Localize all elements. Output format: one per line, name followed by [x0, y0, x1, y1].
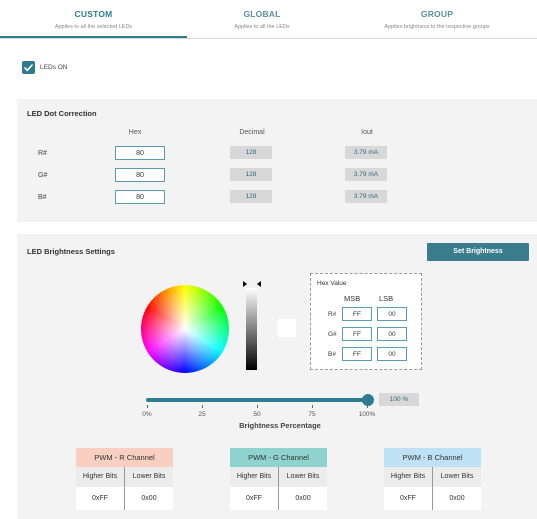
pwm-g-lower-label: Lower Bits [286, 473, 320, 480]
lsb-header: LSB [379, 294, 394, 303]
slider-tick-label: 25 [198, 411, 206, 418]
brightness-title: LED Brightness Settings [27, 247, 115, 256]
iout-value-r: 3.79 mA [345, 146, 387, 159]
slider-tick-label: 75 [308, 411, 316, 418]
lsb-input-g[interactable]: 00 [377, 327, 407, 341]
hex-input-b[interactable]: 80 [115, 190, 165, 204]
decimal-header: Decimal [239, 129, 265, 136]
lsb-input-r[interactable]: 00 [377, 307, 407, 321]
pwm-b-higher-label: Higher Bits [384, 467, 433, 487]
slider-tick-label: 100% [358, 411, 376, 418]
brightness-slider-track[interactable] [146, 398, 368, 402]
row-label-b: B# [38, 194, 47, 201]
pwm-r-higher-label: Higher Bits [76, 467, 125, 487]
pwm-r-title: PWM - R Channel [76, 448, 173, 467]
gradient-marker-left-icon [243, 281, 247, 287]
decimal-value-r: 128 [230, 146, 272, 159]
slider-tick [312, 405, 313, 408]
hex-input-g[interactable]: 80 [115, 168, 165, 182]
row-label-g: G# [38, 172, 48, 179]
tab-group-subtitle: Applies brightness to the respective gro… [384, 24, 490, 30]
dot-correction-title: LED Dot Correction [27, 109, 97, 118]
slider-tick [202, 405, 203, 408]
pwm-b-lower-value: 0x00 [449, 495, 465, 502]
tab-custom[interactable]: CUSTOM Applies to all the selected LEDs [0, 0, 187, 38]
brightness-slider-thumb[interactable] [362, 394, 374, 406]
leds-on-label: LEDs ON [40, 64, 68, 71]
slider-tick-label: 0% [142, 411, 152, 418]
hex-header: Hex [128, 129, 142, 136]
iout-value-b: 3.79 mA [345, 190, 387, 203]
pwm-r-higher-value: 0xFF [76, 487, 125, 510]
tab-group[interactable]: GROUP Applies brightness to the respecti… [337, 0, 537, 38]
set-brightness-button[interactable]: Set Brightness [427, 243, 529, 261]
tab-global[interactable]: GLOBAL Applies to all the LEDs [187, 0, 337, 38]
tab-global-subtitle: Applies to all the LEDs [234, 24, 290, 30]
hex-input-r[interactable]: 80 [115, 146, 165, 160]
decimal-value-b: 128 [230, 190, 272, 203]
msb-input-r[interactable]: FF [342, 307, 372, 321]
msb-input-g[interactable]: FF [342, 327, 372, 341]
tab-global-title: GLOBAL [243, 9, 281, 19]
msb-header: MSB [344, 294, 361, 303]
pwm-r-lower-label: Lower Bits [132, 473, 166, 480]
pwm-b-channel: PWM - B Channel Higher Bits Lower Bits 0… [384, 448, 481, 510]
tab-custom-subtitle: Applies to all the selected LEDs [54, 24, 133, 30]
pwm-g-higher-value: 0xFF [230, 487, 279, 510]
row-label-r: R# [38, 150, 47, 157]
dot-correction-panel: LED Dot Correction Hex Decimal Iout R# 8… [17, 99, 537, 222]
gradient-marker-right-icon [257, 281, 261, 287]
check-icon [23, 63, 34, 72]
color-wheel[interactable] [141, 285, 229, 373]
color-preview [277, 319, 296, 337]
msb-input-b[interactable]: FF [342, 347, 372, 361]
pwm-g-lower-value: 0x00 [295, 495, 311, 502]
pwm-r-lower-value: 0x00 [141, 495, 157, 502]
hex-row-label-r: R# [328, 311, 337, 318]
leds-on-checkbox[interactable] [22, 61, 35, 74]
slider-tick [257, 405, 258, 408]
decimal-value-g: 128 [230, 168, 272, 181]
hex-value-box: Hex Value MSB LSB R# FF 00 G# FF 00 B# F… [310, 273, 422, 370]
brightness-readout: 100 % [379, 393, 419, 406]
pwm-g-higher-label: Higher Bits [230, 467, 279, 487]
pwm-g-title: PWM - G Channel [230, 448, 327, 467]
hex-row-label-b: B# [328, 351, 336, 358]
slider-tick [147, 405, 148, 408]
iout-value-g: 3.79 mA [345, 168, 387, 181]
tab-bar: CUSTOM Applies to all the selected LEDs … [0, 0, 537, 39]
iout-header: Iout [361, 129, 373, 136]
pwm-b-lower-label: Lower Bits [440, 473, 474, 480]
hex-row-label-g: G# [328, 331, 337, 338]
slider-tick [367, 405, 368, 408]
slider-tick-label: 50 [253, 411, 261, 418]
pwm-b-title: PWM - B Channel [384, 448, 481, 467]
lsb-input-b[interactable]: 00 [377, 347, 407, 361]
hex-value-title: Hex Value [317, 280, 347, 287]
pwm-r-channel: PWM - R Channel Higher Bits Lower Bits 0… [76, 448, 173, 510]
slider-title: Brightness Percentage [239, 421, 321, 430]
pwm-b-higher-value: 0xFF [384, 487, 433, 510]
tab-group-title: GROUP [420, 9, 454, 19]
brightness-gradient-bar[interactable] [246, 288, 257, 370]
tab-custom-title: CUSTOM [74, 9, 113, 19]
pwm-g-channel: PWM - G Channel Higher Bits Lower Bits 0… [230, 448, 327, 510]
